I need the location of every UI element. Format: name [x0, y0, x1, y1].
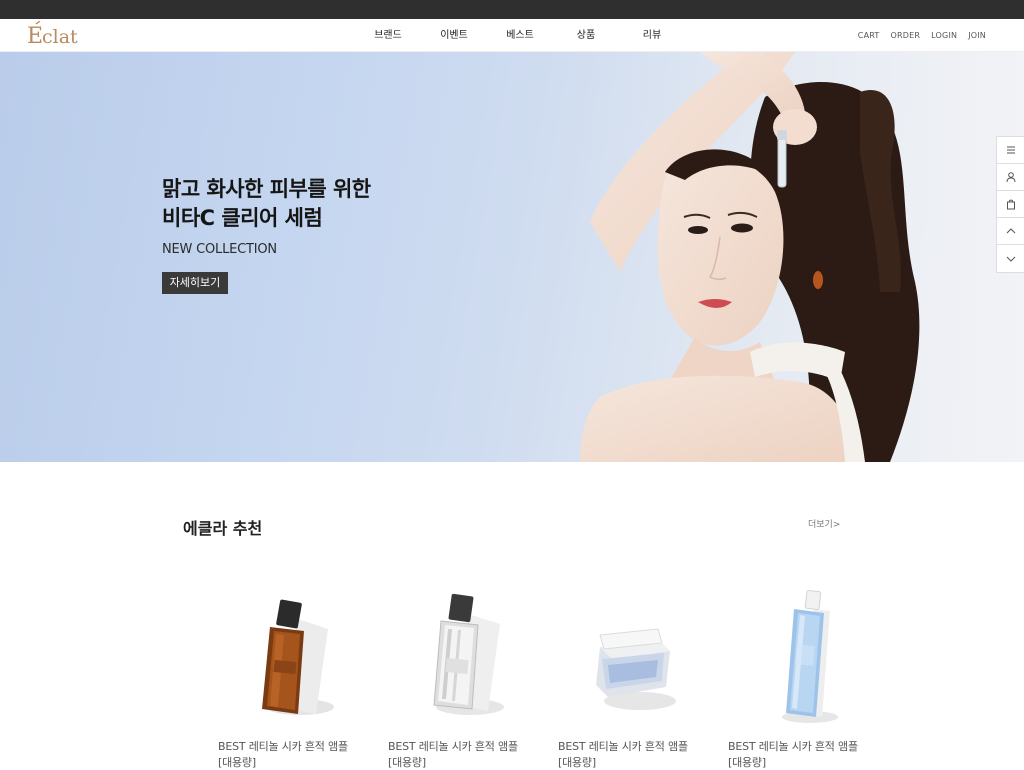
top-bar: [0, 0, 1024, 19]
hero-banner: 맑고 화사한 피부를 위한 비타C 클리어 세럼 NEW COLLECTION …: [0, 52, 1024, 462]
product-name: BEST 레티놀 시카 흔적 앰플: [558, 740, 688, 753]
product-name: BEST 레티놀 시카 흔적 앰플: [728, 740, 858, 753]
main-nav: 브랜드 이벤트 베스트 상품 리뷰: [355, 19, 685, 52]
scroll-top-button[interactable]: [997, 218, 1024, 245]
scroll-bottom-button[interactable]: [997, 245, 1024, 272]
hero-title-line2: 비타C 클리어 세럼: [162, 206, 323, 230]
svg-text:clat: clat: [42, 26, 78, 48]
quick-cart-button[interactable]: [997, 191, 1024, 218]
arrow-down-icon: [1006, 256, 1015, 262]
product-card[interactable]: BEST 레티놀 시카 흔적 앰플 [대용량]: [558, 580, 728, 770]
login-link[interactable]: LOGIN: [931, 19, 957, 52]
product-name: BEST 레티놀 시카 흔적 앰플: [218, 740, 348, 753]
cart-link[interactable]: CART: [858, 19, 880, 52]
recommend-section-title: 에클라 추천: [183, 519, 263, 538]
product-card[interactable]: BEST 레티놀 시카 흔적 앰플 [대용량]: [388, 580, 558, 770]
amber-bottle-image: [218, 580, 368, 738]
nav-item-brand[interactable]: 브랜드: [355, 19, 421, 52]
quick-menu: [996, 136, 1024, 273]
arrow-up-icon: [1006, 228, 1015, 234]
hero-copy: 맑고 화사한 피부를 위한 비타C 클리어 세럼 NEW COLLECTION …: [162, 175, 371, 294]
cream-jar-image: [558, 580, 708, 738]
svg-text:E: E: [27, 24, 43, 49]
header: E clat 브랜드 이벤트 베스트 상품 리뷰 CART ORDER LOGI…: [0, 19, 1024, 52]
hero-subtitle: NEW COLLECTION: [162, 242, 277, 257]
brand-logo[interactable]: E clat: [26, 21, 90, 49]
shopping-bag-icon: [1006, 199, 1015, 210]
nav-item-products[interactable]: 상품: [553, 19, 619, 52]
view-details-button[interactable]: 자세히보기: [162, 272, 228, 294]
product-card[interactable]: BEST 레티놀 시카 흔적 앰플 [대용량]: [218, 580, 388, 770]
nav-item-best[interactable]: 베스트: [487, 19, 553, 52]
logo-icon: E clat: [27, 21, 78, 49]
blue-toner-image: [728, 580, 878, 738]
nav-item-review[interactable]: 리뷰: [619, 19, 685, 52]
nav-item-event[interactable]: 이벤트: [421, 19, 487, 52]
menu-icon: [1006, 146, 1015, 154]
product-card[interactable]: BEST 레티놀 시카 흔적 앰플 [대용량]: [728, 580, 898, 770]
hero-title-line1: 맑고 화사한 피부를 위한: [162, 177, 371, 201]
hero-model-image: [560, 52, 1024, 462]
clear-bottle-image: [388, 580, 538, 738]
user-icon: [1006, 172, 1015, 183]
order-link[interactable]: ORDER: [891, 19, 921, 52]
utility-links: CART ORDER LOGIN JOIN: [858, 19, 986, 52]
product-list: BEST 레티놀 시카 흔적 앰플 [대용량] BEST 레티놀 시카 흔적 앰…: [218, 580, 898, 770]
quick-menu-button[interactable]: [997, 137, 1024, 164]
join-link[interactable]: JOIN: [968, 19, 986, 52]
product-name: BEST 레티놀 시카 흔적 앰플: [388, 740, 518, 753]
more-link[interactable]: 더보기>: [808, 517, 840, 530]
quick-mypage-button[interactable]: [997, 164, 1024, 191]
